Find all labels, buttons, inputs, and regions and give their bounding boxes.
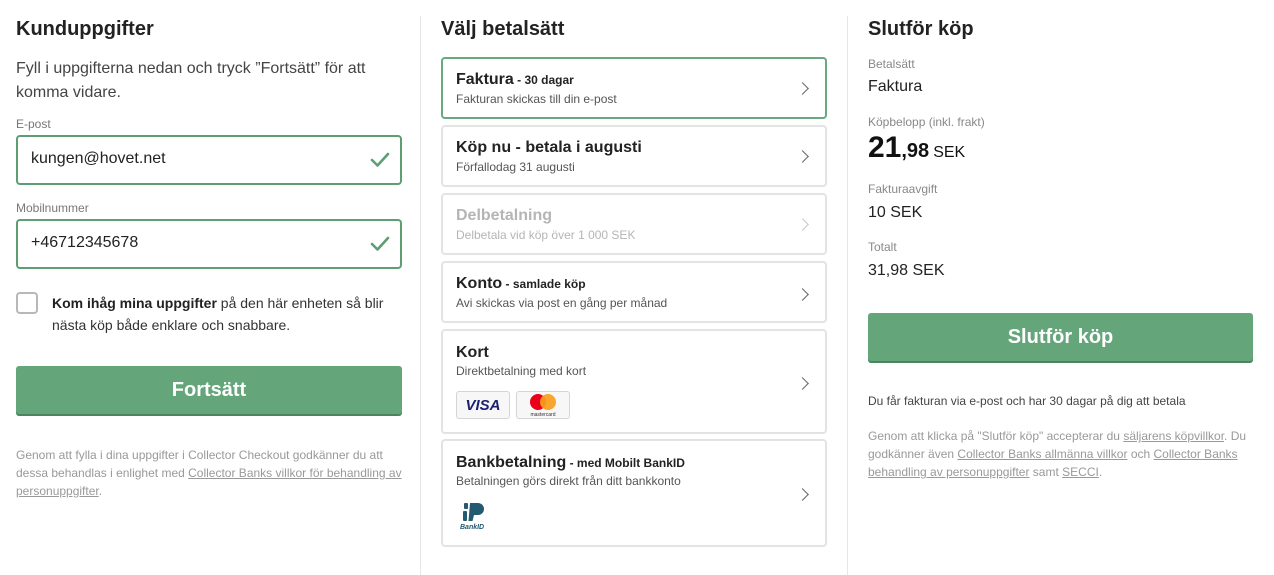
phone-value[interactable]: +46712345678 — [31, 234, 138, 252]
invoice-notice: Du får fakturan via e-post och har 30 da… — [868, 394, 1186, 408]
payment-option-title: Bankbetalning - med Mobilt BankID — [456, 454, 685, 471]
chevron-right-icon — [796, 288, 809, 301]
valid-check-icon — [370, 152, 390, 167]
chevron-right-icon — [796, 82, 809, 95]
customer-details-title: Kunduppgifter — [16, 18, 154, 40]
remember-me-bold: Kom ihåg mina uppgifter — [52, 295, 217, 311]
email-field[interactable]: kungen@hovet.net — [16, 135, 402, 185]
payment-method-value: Faktura — [868, 78, 923, 95]
payment-method-title: Välj betalsätt — [441, 18, 565, 40]
invoice-fee-value: 10 SEK — [868, 204, 923, 221]
payment-option-faktura[interactable]: Faktura - 30 dagar Fakturan skickas till… — [441, 57, 827, 119]
payment-option-title: Delbetalning — [456, 207, 553, 224]
general-terms-link[interactable]: Collector Banks allmänna villkor — [957, 447, 1127, 461]
continue-button[interactable]: Fortsätt — [16, 366, 402, 414]
payment-option-title: Faktura - 30 dagar — [456, 71, 574, 88]
payment-option-bank[interactable]: Bankbetalning - med Mobilt BankID Betaln… — [441, 439, 827, 547]
mastercard-circles-icon: mastercard — [530, 394, 556, 418]
customer-intro-text: Fyll i uppgifterna nedan och tryck ”Fort… — [16, 60, 366, 101]
chevron-right-icon — [796, 377, 809, 390]
payment-option-card[interactable]: Kort Direktbetalning med kort VISA maste… — [441, 329, 827, 434]
payment-option-title: Kort — [456, 344, 489, 361]
payment-option-pay-later[interactable]: Köp nu - betala i augusti Förfallodag 31… — [441, 125, 827, 187]
payment-option-subtitle: Direktbetalning med kort — [456, 364, 587, 378]
payment-option-title: Köp nu - betala i augusti — [456, 139, 642, 156]
seller-terms-link[interactable]: säljarens köpvillkor — [1123, 429, 1224, 443]
visa-logo: VISA — [456, 391, 510, 419]
mastercard-logo: mastercard — [516, 391, 570, 419]
valid-check-icon — [370, 236, 390, 251]
chevron-right-icon — [796, 218, 809, 231]
customer-legal-text: Genom att fylla i dina uppgifter i Colle… — [16, 446, 406, 500]
payment-option-subtitle: Delbetala vid köp över 1 000 SEK — [456, 228, 636, 242]
payment-option-subtitle: Betalningen görs direkt från ditt bankko… — [456, 474, 681, 488]
email-label: E-post — [16, 117, 51, 131]
email-value[interactable]: kungen@hovet.net — [31, 150, 166, 168]
amount-currency: SEK — [933, 144, 966, 161]
chevron-right-icon — [796, 150, 809, 163]
chevron-right-icon — [796, 488, 809, 501]
phone-field[interactable]: +46712345678 — [16, 219, 402, 269]
remember-me-text: Kom ihåg mina uppgifter på den här enhet… — [52, 292, 402, 336]
payment-option-subtitle: Avi skickas via post en gång per månad — [456, 296, 668, 310]
invoice-fee-label: Fakturaavgift — [868, 182, 938, 196]
amount-decimals: ,98 — [901, 140, 930, 162]
svg-text:mastercard: mastercard — [530, 412, 555, 418]
payment-option-installment: Delbetalning Delbetala vid köp över 1 00… — [441, 193, 827, 255]
amount-value: 21,98 SEK — [868, 131, 965, 165]
total-label: Totalt — [868, 240, 897, 254]
amount-label: Köpbelopp (inkl. frakt) — [868, 115, 985, 129]
total-value: 31,98 SEK — [868, 262, 945, 279]
payment-option-subtitle: Förfallodag 31 augusti — [456, 160, 575, 174]
payment-method-label: Betalsätt — [868, 57, 915, 71]
payment-option-title: Konto - samlade köp — [456, 275, 586, 292]
secci-link[interactable]: SECCI — [1062, 465, 1099, 479]
column-divider — [420, 16, 421, 575]
legal-suffix: . — [98, 484, 103, 498]
complete-purchase-button[interactable]: Slutför köp — [868, 313, 1253, 361]
bankid-logo: BankID — [460, 503, 484, 531]
remember-me-checkbox[interactable] — [16, 292, 38, 314]
svg-text:BankID: BankID — [460, 524, 484, 531]
amount-integer: 21 — [868, 131, 902, 164]
column-divider — [847, 16, 848, 575]
order-summary-title: Slutför köp — [868, 18, 974, 40]
payment-option-subtitle: Fakturan skickas till din e-post — [456, 92, 617, 106]
purchase-terms-text: Genom att klicka på "Slutför köp" accept… — [868, 429, 1247, 479]
phone-label: Mobilnummer — [16, 201, 89, 215]
payment-option-account[interactable]: Konto - samlade köp Avi skickas via post… — [441, 261, 827, 323]
